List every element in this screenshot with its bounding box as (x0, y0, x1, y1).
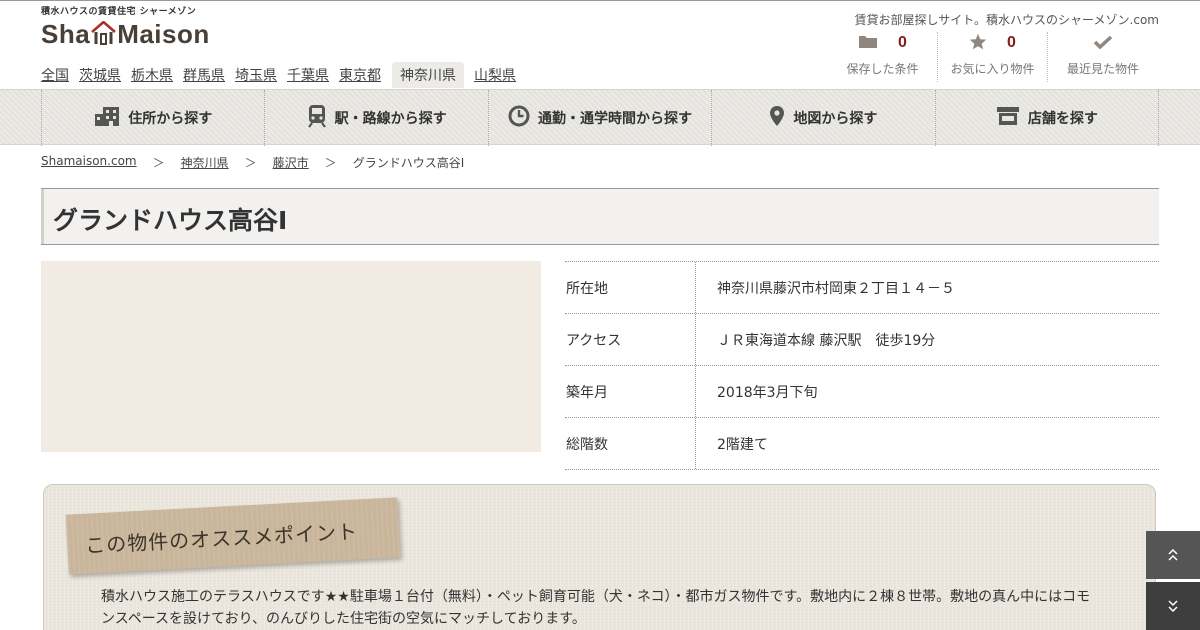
saved-conditions-counter[interactable]: 0 保存した条件 (828, 32, 938, 82)
site-logo[interactable]: Sha Maison (41, 19, 210, 49)
table-row: 所在地 神奈川県藤沢市村岡東２丁目１４－５ (565, 262, 1159, 314)
breadcrumb-link-city[interactable]: 藤沢市 (273, 154, 309, 171)
breadcrumb-separator: ＞ (324, 156, 337, 170)
info-label-access: アクセス (565, 314, 696, 365)
folder-icon (858, 33, 878, 53)
building-icon (94, 106, 120, 130)
breadcrumb-separator: ＞ (152, 156, 165, 170)
favorites-counter[interactable]: 0 お気に入り物件 (938, 32, 1048, 82)
logo-subtitle: 積水ハウスの賃貸住宅 シャーメゾン (41, 7, 197, 17)
nav-label: 通勤・通学時間から探す (538, 111, 693, 127)
checkmark-icon (1093, 34, 1113, 53)
prefecture-tabs: 全国 茨城県 栃木県 群馬県 埼玉県 千葉県 東京都 神奈川県 山梨県 (41, 62, 526, 88)
nav-search-by-station[interactable]: 駅・路線から探す (264, 90, 487, 146)
train-icon (307, 104, 327, 132)
prefecture-link[interactable]: 埼玉県 (235, 66, 277, 88)
site-tagline: 賃貸お部屋探しサイト。積水ハウスのシャーメゾン.com (854, 13, 1160, 27)
scroll-to-bottom-button[interactable] (1146, 582, 1200, 630)
recently-viewed-counter[interactable]: 最近見た物件 (1048, 32, 1158, 82)
user-counters: 0 保存した条件 0 お気に入り物件 最近見た物件 (828, 32, 1158, 82)
info-value-built: 2018年3月下旬 (717, 384, 818, 401)
table-row: 総階数 2階建て (565, 418, 1159, 470)
property-photo[interactable] (41, 261, 541, 452)
favorites-label: お気に入り物件 (950, 62, 1035, 76)
prefecture-link[interactable]: 山梨県 (474, 66, 516, 88)
nav-label: 店舗を探す (1027, 111, 1098, 127)
double-chevron-up-icon (1168, 546, 1178, 565)
breadcrumb: Shamaison.com ＞ 神奈川県 ＞ 藤沢市 ＞ グランドハウス高谷Ⅰ (41, 154, 464, 171)
table-row: アクセス ＪＲ東海道本線 藤沢駅 徒歩19分 (565, 314, 1159, 366)
nav-label: 住所から探す (128, 111, 213, 127)
saved-conditions-label: 保存した条件 (846, 62, 919, 76)
favorites-count: 0 (1007, 34, 1016, 51)
nav-search-by-address[interactable]: 住所から探す (41, 90, 264, 146)
logo-text-left: Sha (41, 19, 91, 49)
prefecture-link[interactable]: 群馬県 (183, 66, 225, 88)
property-title-bar: グランドハウス高谷Ⅰ (41, 188, 1159, 245)
top-border (0, 0, 1200, 1)
info-value-floors: 2階建て (717, 436, 768, 453)
breadcrumb-link-home[interactable]: Shamaison.com (41, 154, 137, 171)
house-roof-icon (91, 21, 117, 45)
double-chevron-down-icon (1168, 597, 1178, 616)
recommend-body: 積水ハウス施工のテラスハウスです★★駐車場１台付（無料）・ペット飼育可能（犬・ネ… (101, 589, 1091, 627)
prefecture-link[interactable]: 全国 (41, 66, 69, 88)
prefecture-link[interactable]: 栃木県 (131, 66, 173, 88)
property-info-table: 所在地 神奈川県藤沢市村岡東２丁目１４－５ アクセス ＪＲ東海道本線 藤沢駅 徒… (565, 261, 1159, 470)
info-label-floors: 総階数 (565, 418, 696, 469)
info-value-address: 神奈川県藤沢市村岡東２丁目１４－５ (717, 280, 955, 297)
info-value-access: ＪＲ東海道本線 藤沢駅 徒歩19分 (717, 332, 936, 349)
recently-viewed-label: 最近見た物件 (1066, 62, 1139, 76)
page-title: グランドハウス高谷Ⅰ (53, 206, 288, 235)
info-label-address: 所在地 (565, 262, 696, 313)
table-row: 築年月 2018年3月下旬 (565, 366, 1159, 418)
breadcrumb-current: グランドハウス高谷Ⅰ (352, 156, 465, 170)
prefecture-link[interactable]: 千葉県 (287, 66, 329, 88)
saved-conditions-count: 0 (898, 34, 907, 51)
nav-label: 地図から探す (793, 111, 878, 127)
prefecture-tab-active[interactable]: 神奈川県 (392, 62, 464, 88)
clock-icon (508, 105, 530, 131)
star-icon (969, 33, 987, 54)
scroll-to-top-button[interactable] (1146, 531, 1200, 579)
nav-search-by-map[interactable]: 地図から探す (711, 90, 934, 146)
shop-icon (996, 106, 1020, 130)
logo-text-right: Maison (117, 19, 210, 49)
recommend-heading: この物件のオススメポイント (84, 519, 359, 558)
main-nav: 住所から探す 駅・路線から探す 通勤・通学時間から探す 地図から探す 店舗を探す (0, 89, 1200, 146)
prefecture-link[interactable]: 東京都 (339, 66, 381, 88)
breadcrumb-link-prefecture[interactable]: 神奈川県 (181, 154, 229, 171)
nav-search-by-commute[interactable]: 通勤・通学時間から探す (487, 90, 711, 146)
info-label-built: 築年月 (565, 366, 696, 417)
prefecture-link[interactable]: 茨城県 (79, 66, 121, 88)
map-pin-icon (769, 105, 785, 131)
breadcrumb-separator: ＞ (244, 156, 257, 170)
nav-label: 駅・路線から探す (334, 111, 447, 127)
nav-search-shops[interactable]: 店舗を探す (934, 90, 1160, 146)
